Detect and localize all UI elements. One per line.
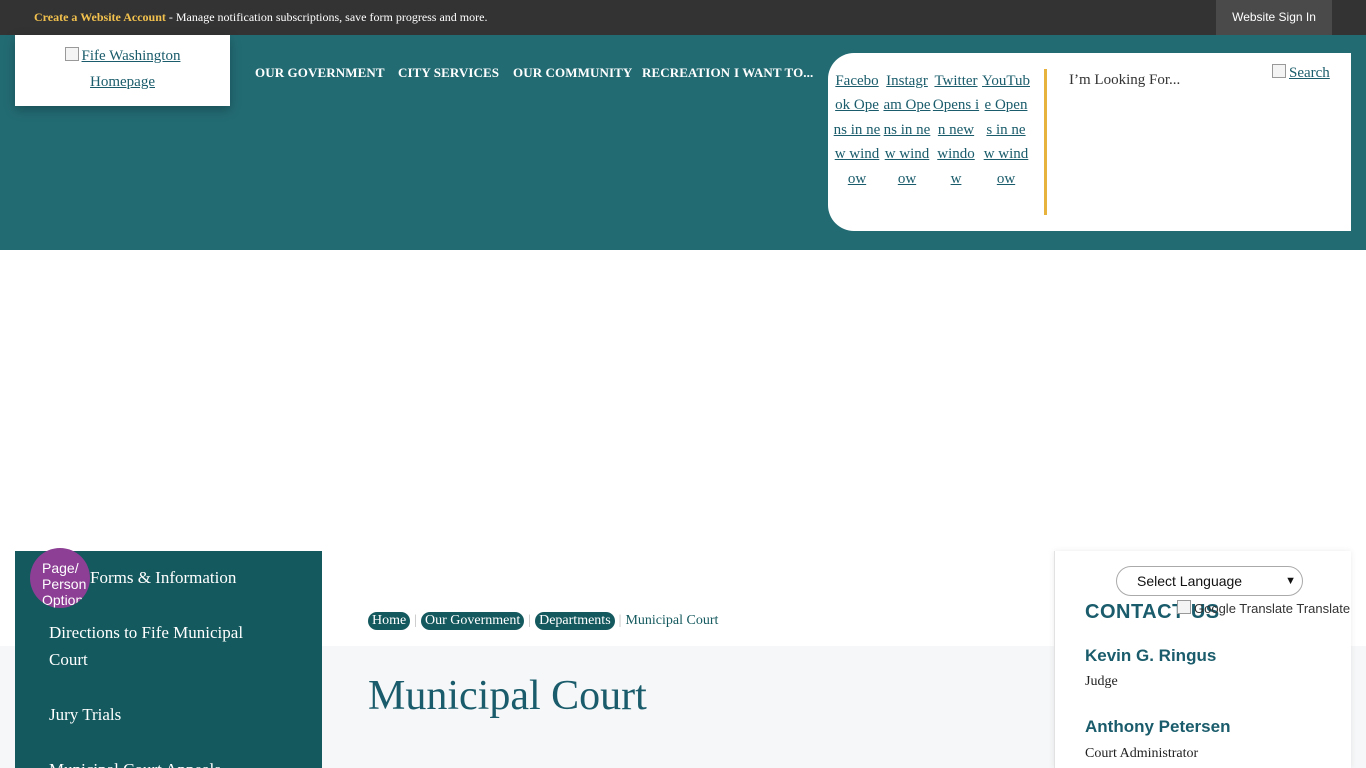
google-translate-label: Google Translate Translate bbox=[1194, 601, 1351, 616]
nav-city-services[interactable]: CITY SERVICES bbox=[398, 65, 499, 81]
youtube-link[interactable]: YouTube Opens in new window bbox=[982, 73, 1030, 187]
search-button-label[interactable]: Search bbox=[1289, 65, 1330, 81]
logo-alt-line1: Fife Washington bbox=[81, 48, 181, 64]
breadcrumb-separator: | bbox=[414, 613, 418, 628]
chevron-down-icon: ▼ bbox=[1285, 575, 1296, 587]
search-input[interactable]: I’m Looking For... bbox=[1069, 72, 1180, 89]
create-account-link[interactable]: Create a Website Account bbox=[34, 10, 166, 24]
nav-recreation[interactable]: RECREATION bbox=[642, 65, 730, 81]
twitter-icon[interactable]: Twitter Opens in new window bbox=[932, 69, 980, 191]
contact-role-judge: Judge bbox=[1085, 674, 1118, 689]
breadcrumb-current: Municipal Court bbox=[625, 613, 719, 628]
sidebar-item-court-appeals[interactable]: Municipal Court Appeals bbox=[49, 756, 221, 768]
logo-container: Fife Washington Homepage bbox=[15, 35, 230, 106]
breadcrumb: Home | Our Government | Departments | Municipa… bbox=[368, 612, 718, 630]
nav-i-want-to[interactable]: I WANT TO... bbox=[734, 65, 813, 81]
website-sign-in-button[interactable]: Website Sign In bbox=[1216, 0, 1332, 35]
sidebar-item-directions[interactable]: Directions to Fife Municipal Court bbox=[49, 619, 279, 673]
youtube-icon[interactable]: YouTube Opens in new window bbox=[982, 69, 1030, 191]
facebook-link[interactable]: Facebook Opens in new window bbox=[834, 73, 881, 187]
page-options-button[interactable]: Page/ Person Option bbox=[30, 548, 90, 608]
utility-panel: Facebook Opens in new window Instagram O… bbox=[828, 53, 1351, 231]
breadcrumb-our-government[interactable]: Our Government bbox=[421, 612, 525, 630]
contact-name-judge: Kevin G. Ringus bbox=[1085, 646, 1217, 665]
nav-our-government[interactable]: OUR GOVERNMENT bbox=[255, 65, 385, 81]
social-divider bbox=[1044, 69, 1047, 215]
contact-name-administrator: Anthony Petersen bbox=[1085, 717, 1231, 736]
instagram-link[interactable]: Instagram Opens in new window bbox=[883, 73, 930, 187]
breadcrumb-separator: | bbox=[528, 613, 532, 628]
logo-alt-line2: Homepage bbox=[90, 74, 155, 90]
google-translate-attribution[interactable]: Google Translate Translate bbox=[1177, 600, 1350, 616]
twitter-link[interactable]: Twitter Opens in new window bbox=[933, 73, 979, 187]
google-translate-icon bbox=[1177, 600, 1191, 614]
contact-role-administrator: Court Administrator bbox=[1085, 746, 1199, 761]
sidebar-item-jury-trials[interactable]: Jury Trials bbox=[49, 701, 121, 728]
sidebar-item-forms-information[interactable]: Forms & Information bbox=[90, 564, 236, 591]
language-select[interactable]: Select Language ▼ bbox=[1116, 566, 1303, 596]
breadcrumb-home[interactable]: Home bbox=[368, 612, 411, 630]
account-message: Create a Website Account - Manage notifi… bbox=[34, 10, 487, 25]
nav-our-community[interactable]: OUR COMMUNITY bbox=[513, 65, 632, 81]
instagram-icon[interactable]: Instagram Opens in new window bbox=[883, 69, 931, 191]
language-select-value: Select Language bbox=[1137, 573, 1243, 589]
breadcrumb-separator: | bbox=[618, 613, 622, 628]
account-bar: Create a Website Account - Manage notifi… bbox=[0, 0, 1366, 35]
page-title: Municipal Court bbox=[368, 673, 647, 719]
account-message-text: - Manage notification subscriptions, sav… bbox=[165, 10, 488, 24]
broken-image-icon bbox=[64, 47, 79, 61]
search-icon bbox=[1272, 64, 1286, 78]
search-button[interactable]: Search bbox=[1272, 64, 1330, 82]
facebook-icon[interactable]: Facebook Opens in new window bbox=[833, 69, 881, 191]
homepage-logo-link[interactable]: Fife Washington Homepage bbox=[64, 47, 181, 90]
breadcrumb-departments[interactable]: Departments bbox=[535, 612, 615, 630]
